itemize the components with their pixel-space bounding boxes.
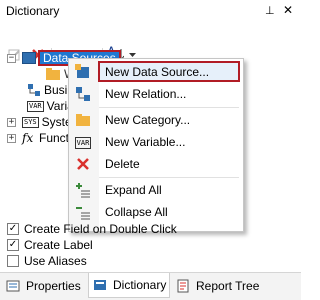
collapse-expander-icon[interactable]: − xyxy=(7,53,16,63)
tree-item-functions[interactable]: + fx Funct xyxy=(7,130,69,146)
collapse-all-icon xyxy=(76,207,90,220)
panel-title: Dictionary xyxy=(6,4,60,18)
new-datasource-icon xyxy=(75,64,89,78)
menu-item-label: Collapse All xyxy=(105,205,168,219)
menu-item-new-relation[interactable]: New Relation... xyxy=(69,83,243,105)
expand-expander-icon[interactable]: + xyxy=(7,117,16,127)
function-icon: fx xyxy=(22,131,34,145)
checkbox-label: Create Label xyxy=(24,238,93,252)
checkbox-label: Use Aliases xyxy=(24,254,87,268)
tab-report-tree[interactable]: Report Tree xyxy=(176,273,276,298)
tab-properties[interactable]: Properties xyxy=(6,273,86,298)
menu-item-label: Expand All xyxy=(105,183,162,197)
new-relation-icon xyxy=(76,87,90,101)
menu-item-label: New Variable... xyxy=(105,135,186,149)
context-menu: New Data Source... New Relation... New C… xyxy=(68,58,244,232)
tab-dictionary[interactable]: Dictionary xyxy=(88,273,170,298)
bottom-tabs: Properties Dictionary Report Tree xyxy=(0,272,301,300)
system-variable-icon: SYS xyxy=(22,116,39,128)
new-variable-icon: VAR xyxy=(75,137,91,149)
close-icon[interactable]: ✕ xyxy=(283,3,293,17)
new-category-icon xyxy=(76,114,90,126)
menu-item-delete[interactable]: Delete xyxy=(69,153,243,175)
dictionary-toolbar: AZ xyxy=(0,22,301,64)
properties-icon xyxy=(6,280,20,291)
checkbox-label: Create Field on Double Click xyxy=(24,222,177,236)
tree-item-label: Funct xyxy=(39,131,70,145)
folder-icon xyxy=(46,68,60,80)
menu-item-label: New Data Source... xyxy=(105,65,210,79)
menu-separator xyxy=(99,177,239,178)
menu-separator xyxy=(99,107,239,108)
delete-icon xyxy=(77,158,89,170)
menu-item-label: Delete xyxy=(105,157,140,171)
create-field-checkbox[interactable]: ✓ xyxy=(7,223,19,235)
menu-item-expand-all[interactable]: Expand All xyxy=(69,179,243,201)
tab-label: Properties xyxy=(26,278,81,293)
menu-item-label: New Category... xyxy=(105,113,191,127)
use-aliases-checkbox[interactable] xyxy=(7,255,19,267)
pin-icon[interactable]: ⊥ xyxy=(265,4,275,17)
expand-all-icon xyxy=(76,183,90,198)
menu-item-new-variable[interactable]: VAR New Variable... xyxy=(69,131,243,153)
dictionary-icon xyxy=(94,280,106,290)
tree-item-business-objects[interactable]: Busin xyxy=(27,82,74,98)
menu-item-new-data-source[interactable]: New Data Source... xyxy=(69,61,243,83)
database-icon xyxy=(22,52,36,64)
report-tree-icon xyxy=(177,279,189,292)
tree-item-system-variables[interactable]: + SYS Syste xyxy=(7,114,72,130)
panel-titlebar: Dictionary ⊥ ✕ xyxy=(0,0,301,22)
variable-icon: VAR xyxy=(27,100,44,112)
menu-item-label: New Relation... xyxy=(105,87,187,101)
tab-label: Dictionary xyxy=(113,278,167,292)
business-object-icon xyxy=(28,84,40,96)
tree-item-variables[interactable]: VAR Varia xyxy=(27,98,74,114)
options-panel: ✓ Create Field on Double Click ✓ Create … xyxy=(0,220,301,270)
expand-expander-icon[interactable]: + xyxy=(7,133,16,143)
menu-item-new-category[interactable]: New Category... xyxy=(69,109,243,131)
tab-label: Report Tree xyxy=(196,278,260,293)
create-label-checkbox[interactable]: ✓ xyxy=(7,239,19,251)
